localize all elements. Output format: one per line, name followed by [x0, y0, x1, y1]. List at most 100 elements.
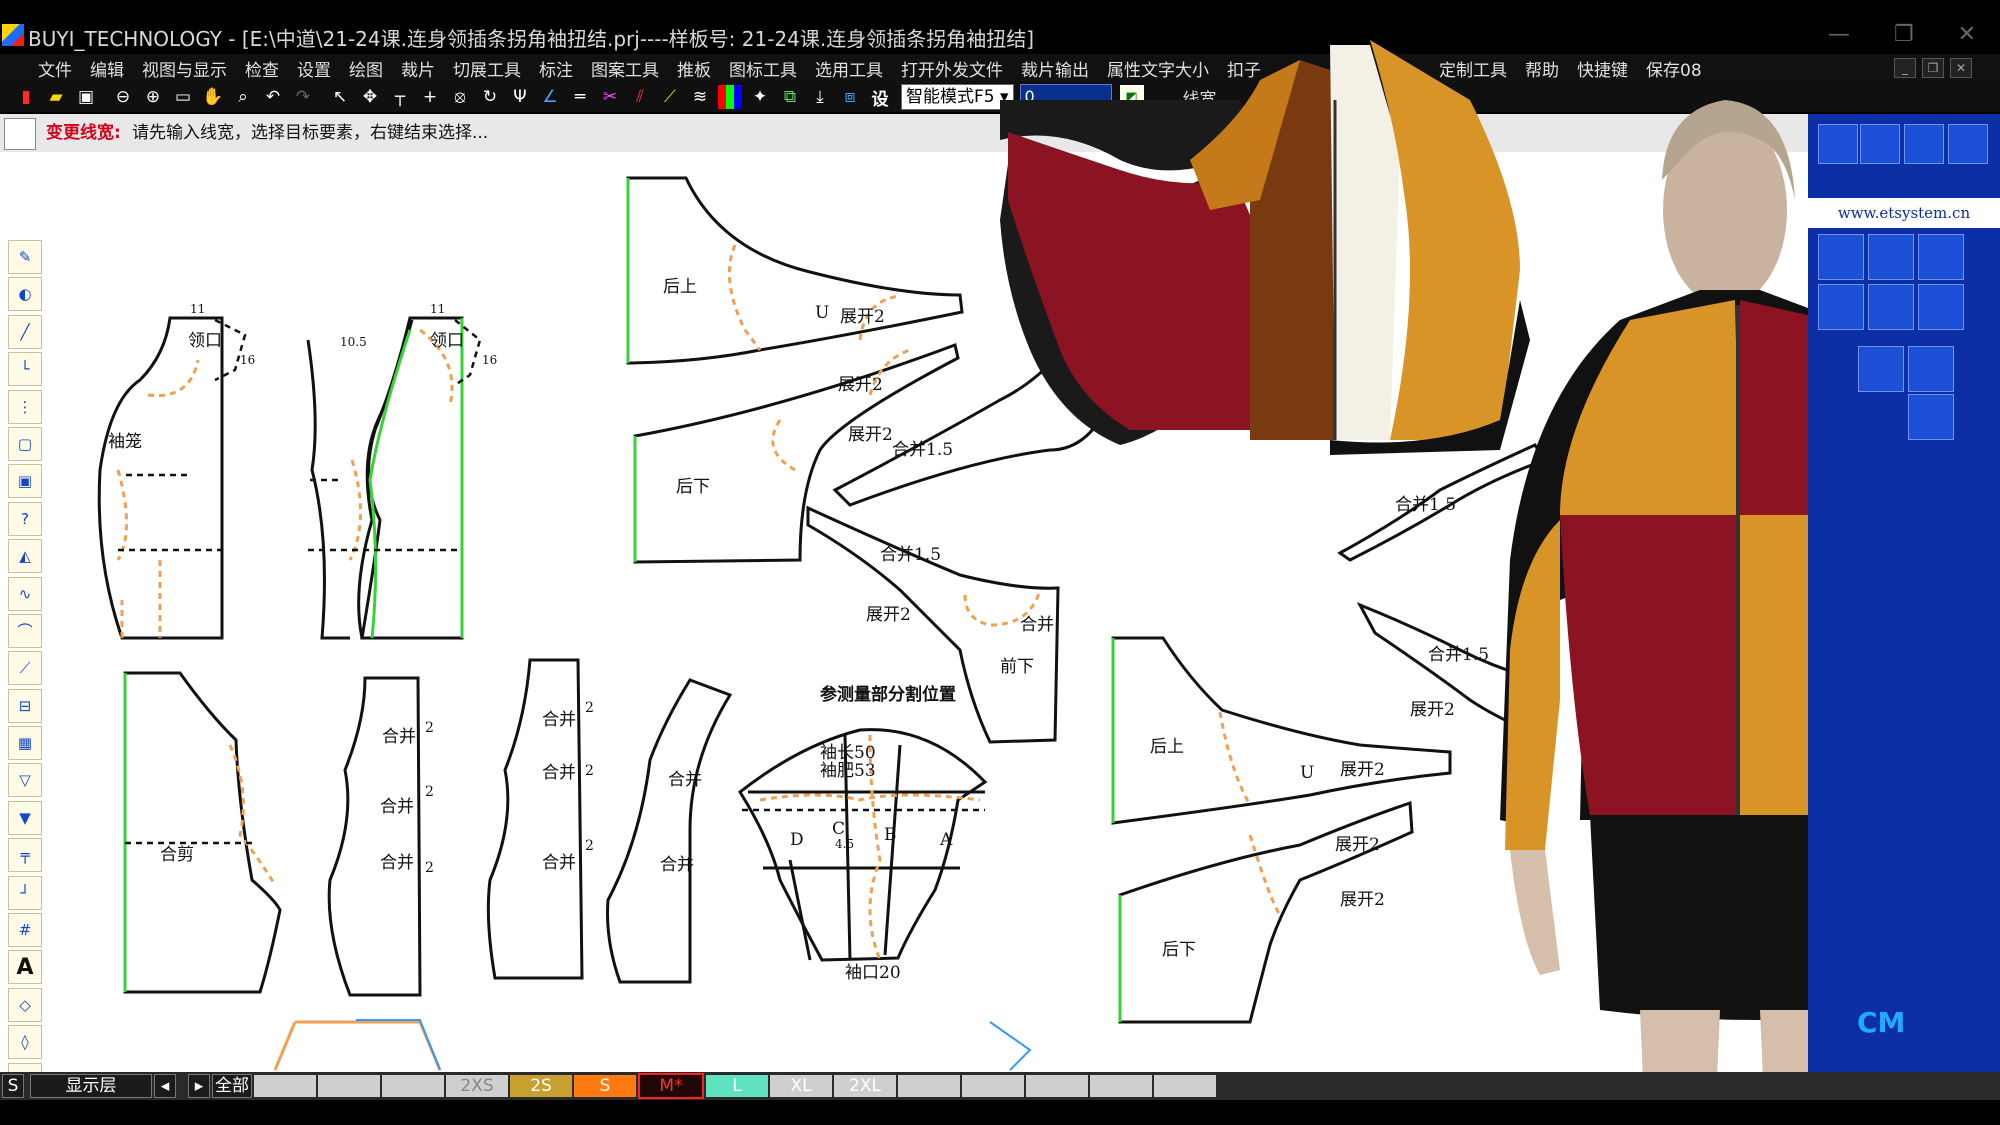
size-m[interactable]: M* — [638, 1073, 704, 1099]
tool-half-icon[interactable]: ◐ — [8, 277, 42, 312]
size-blank-3[interactable] — [382, 1075, 444, 1097]
size-xl[interactable]: XL — [770, 1075, 832, 1097]
right-tool-8-icon[interactable] — [1818, 284, 1864, 330]
tool-funnel-icon[interactable]: ▽ — [8, 763, 42, 798]
tool-zigzag-icon[interactable]: ∿ — [8, 576, 42, 611]
tool-corner-icon[interactable]: └ — [8, 352, 42, 387]
size-blank-4[interactable] — [898, 1075, 960, 1097]
tool-pen-icon[interactable]: ✎ — [8, 240, 42, 274]
left-tool-palette: ✎ ◐ ╱ └ ⋮ ▢ ▣ ? ◭ ∿ ⌒ ⟋ ⊟ ▦ ▽ ▼ ╤ ┘ # A … — [8, 240, 44, 1097]
prev-button[interactable]: ◂ — [154, 1074, 176, 1098]
right-tool-2-icon[interactable] — [1860, 124, 1900, 164]
status-bar: S 显示层 ◂ ▸ 全部 2XS 2S S M* L XL 2XL — [0, 1072, 2000, 1100]
layer-display-button[interactable]: 显示层 — [30, 1074, 152, 1098]
tool-split-icon[interactable]: ⋮ — [8, 389, 42, 424]
unit-cm-label[interactable]: CM — [1857, 1006, 1905, 1039]
right-tool-6-icon[interactable] — [1868, 234, 1914, 280]
label-back-upper-2: 后上 — [1150, 737, 1184, 757]
tool-rect-icon[interactable]: ▢ — [8, 426, 42, 461]
next-button[interactable]: ▸ — [188, 1074, 210, 1098]
all-sizes-button[interactable]: 全部 — [212, 1074, 252, 1098]
pattern-drawing: 领口 领口 袖笼 后上 后下 前上 前下 展开2 展开2 展开2 合并1.5 合… — [97, 40, 1975, 1125]
size-blank-5[interactable] — [962, 1075, 1024, 1097]
label-merge15-c: 合并1.5 — [1395, 495, 1456, 515]
right-tool-11-icon[interactable] — [1858, 346, 1904, 392]
label-merge-a: 合并 — [1020, 615, 1054, 635]
tool-square-icon[interactable]: ▣ — [8, 464, 42, 499]
right-tool-1-icon[interactable] — [1818, 124, 1858, 164]
label-merge-e: 合并 — [542, 710, 576, 730]
size-2xl[interactable]: 2XL — [834, 1075, 896, 1097]
size-blank-7[interactable] — [1090, 1075, 1152, 1097]
website-url[interactable]: www.etsystem.cn — [1808, 198, 2000, 228]
size-2s[interactable]: 2S — [510, 1075, 572, 1097]
label-collar-1: 领口 — [188, 331, 222, 351]
right-tool-12-icon[interactable] — [1908, 346, 1954, 392]
tool-shape-icon[interactable]: ◭ — [8, 539, 42, 574]
label-merge-cut: 合剪 — [160, 845, 194, 865]
label-expand2-g: 展开2 — [1340, 890, 1385, 910]
label-back-upper: 后上 — [663, 277, 697, 297]
tool-curve-icon[interactable]: ⌒ — [8, 613, 42, 648]
label-merge15-a: 合并1.5 — [892, 440, 953, 460]
label-merge-b: 合并 — [382, 727, 416, 747]
label-num-2d: 2 — [585, 700, 594, 716]
tool-grid-icon[interactable]: ▦ — [8, 726, 42, 761]
label-merge15-b: 合并1.5 — [880, 545, 941, 565]
label-merge-i: 合并 — [660, 855, 694, 875]
label-letter-c: C — [832, 819, 845, 839]
label-merge-h: 合并 — [668, 770, 702, 790]
label-letter-u-1: U — [815, 303, 829, 323]
size-2xs[interactable]: 2XS — [446, 1075, 508, 1097]
status-s: S — [2, 1074, 24, 1098]
right-tool-13-icon[interactable] — [1908, 394, 1954, 440]
panel-strip-2 — [486, 658, 584, 980]
right-tool-10-icon[interactable] — [1918, 284, 1964, 330]
tool-box-icon[interactable]: ⊟ — [8, 688, 42, 723]
label-expand2-a: 展开2 — [840, 307, 885, 327]
tool-hash-icon[interactable]: # — [8, 913, 42, 948]
label-num-11a: 11 — [190, 302, 205, 316]
right-tool-3-icon[interactable] — [1904, 124, 1944, 164]
label-num-16a: 16 — [240, 353, 255, 367]
back-side-piece — [123, 671, 282, 994]
label-cuff: 袖口20 — [845, 963, 901, 983]
label-expand2-e: 展开2 — [1340, 760, 1385, 780]
tool-line-icon[interactable]: ╱ — [8, 314, 42, 349]
size-l[interactable]: L — [706, 1075, 768, 1097]
tool-help-icon[interactable]: ? — [8, 501, 42, 536]
panel-strip-3 — [606, 678, 733, 984]
tool-axis-icon[interactable]: ┘ — [8, 875, 42, 910]
label-letter-b: B — [884, 825, 897, 845]
tool-piece-icon[interactable]: ◇ — [8, 987, 42, 1022]
right-tool-7-icon[interactable] — [1918, 234, 1964, 280]
right-tool-9-icon[interactable] — [1868, 284, 1914, 330]
back-upper-piece-2 — [1111, 636, 1452, 825]
size-blank-8[interactable] — [1154, 1075, 1216, 1097]
label-expand2-h: 展开2 — [1410, 700, 1455, 720]
label-num-16b: 16 — [482, 353, 497, 367]
label-back-lower-2: 后下 — [1162, 940, 1196, 960]
size-blank-2[interactable] — [318, 1075, 380, 1097]
label-sleeve-width: 袖肥53 — [820, 761, 876, 781]
tool-down-icon[interactable]: ▼ — [8, 800, 42, 835]
panel-strip-1 — [327, 676, 422, 997]
label-letter-d: D — [790, 830, 804, 850]
label-num-2a: 2 — [425, 720, 434, 736]
tool-slash-icon[interactable]: ⟋ — [8, 651, 42, 686]
right-tool-4-icon[interactable] — [1948, 124, 1988, 164]
size-s[interactable]: S — [574, 1075, 636, 1097]
back-upper-piece — [626, 176, 964, 365]
size-blank-1[interactable] — [254, 1075, 316, 1097]
right-tool-panel — [1808, 114, 2000, 1072]
tool-step-icon[interactable]: ╤ — [8, 838, 42, 873]
tool-outline-icon[interactable]: ◊ — [8, 1025, 42, 1060]
label-merge-d: 合并 — [380, 853, 414, 873]
tool-text-icon[interactable]: A — [8, 950, 42, 985]
label-collar-2: 领口 — [430, 331, 464, 351]
label-merge-f: 合并 — [542, 763, 576, 783]
label-num-2e: 2 — [585, 763, 594, 779]
label-merge-c: 合并 — [380, 797, 414, 817]
right-tool-5-icon[interactable] — [1818, 234, 1864, 280]
size-blank-6[interactable] — [1026, 1075, 1088, 1097]
